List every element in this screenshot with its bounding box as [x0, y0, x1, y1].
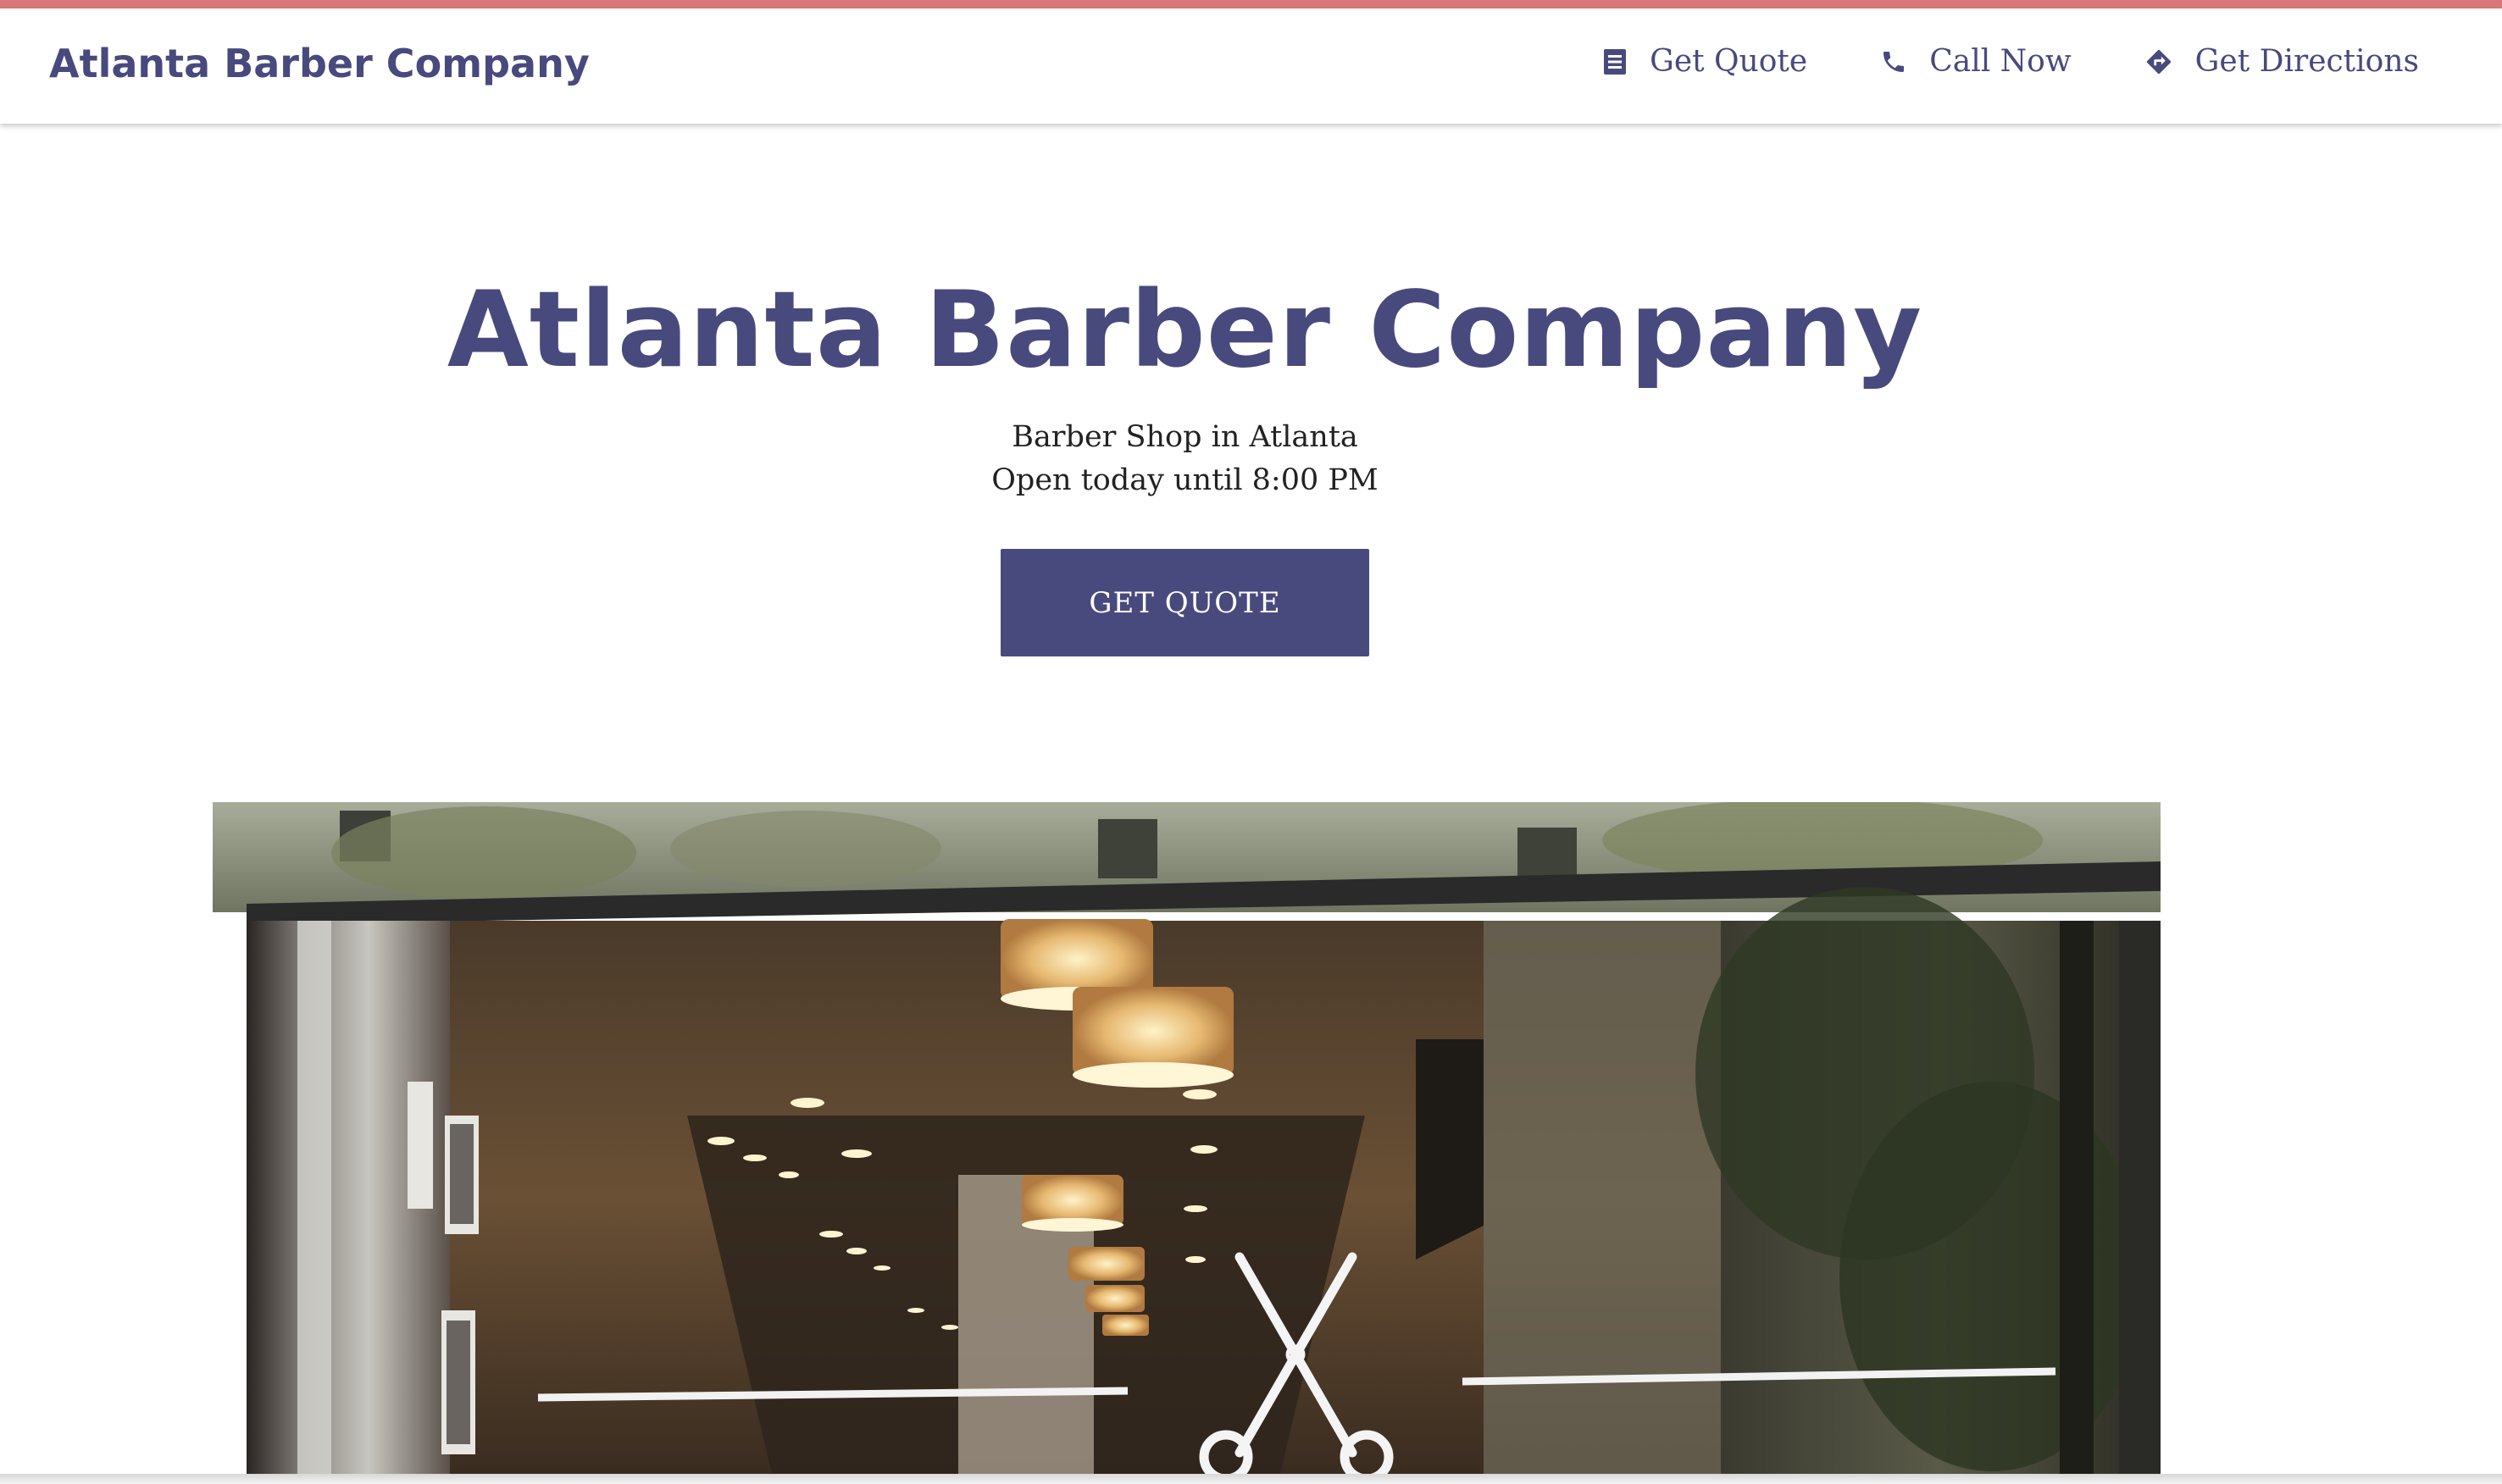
- nav-get-directions-link[interactable]: Get Directions: [2144, 44, 2419, 79]
- nav-call-now-label: Call Now: [1929, 44, 2072, 79]
- nav-call-now-link[interactable]: Call Now: [1880, 44, 2072, 79]
- business-hours: Open today until 8:00 PM: [991, 463, 1379, 497]
- nav-get-quote-link[interactable]: Get Quote: [1602, 44, 1807, 79]
- top-accent-bar: [0, 0, 2502, 8]
- bottom-edge: [0, 1474, 2502, 1484]
- nav-links: Get Quote Call Now Get Directions: [1602, 44, 2419, 79]
- page: Atlanta Barber Company Get Quote Call No…: [0, 0, 2502, 1484]
- get-quote-button[interactable]: GET QUOTE: [1001, 549, 1369, 656]
- nav-get-directions-label: Get Directions: [2194, 44, 2419, 79]
- directions-icon: [2144, 47, 2173, 76]
- storefront-photo: [213, 802, 2161, 1474]
- navbar: Atlanta Barber Company Get Quote Call No…: [0, 8, 2502, 124]
- brand-name[interactable]: Atlanta Barber Company: [49, 41, 590, 86]
- nav-get-quote-label: Get Quote: [1650, 44, 1808, 79]
- hero-title: Atlanta Barber Company: [447, 269, 1923, 391]
- document-icon: [1602, 47, 1628, 76]
- business-category: Barber Shop in Atlanta: [1012, 420, 1358, 454]
- phone-icon: [1880, 48, 1907, 75]
